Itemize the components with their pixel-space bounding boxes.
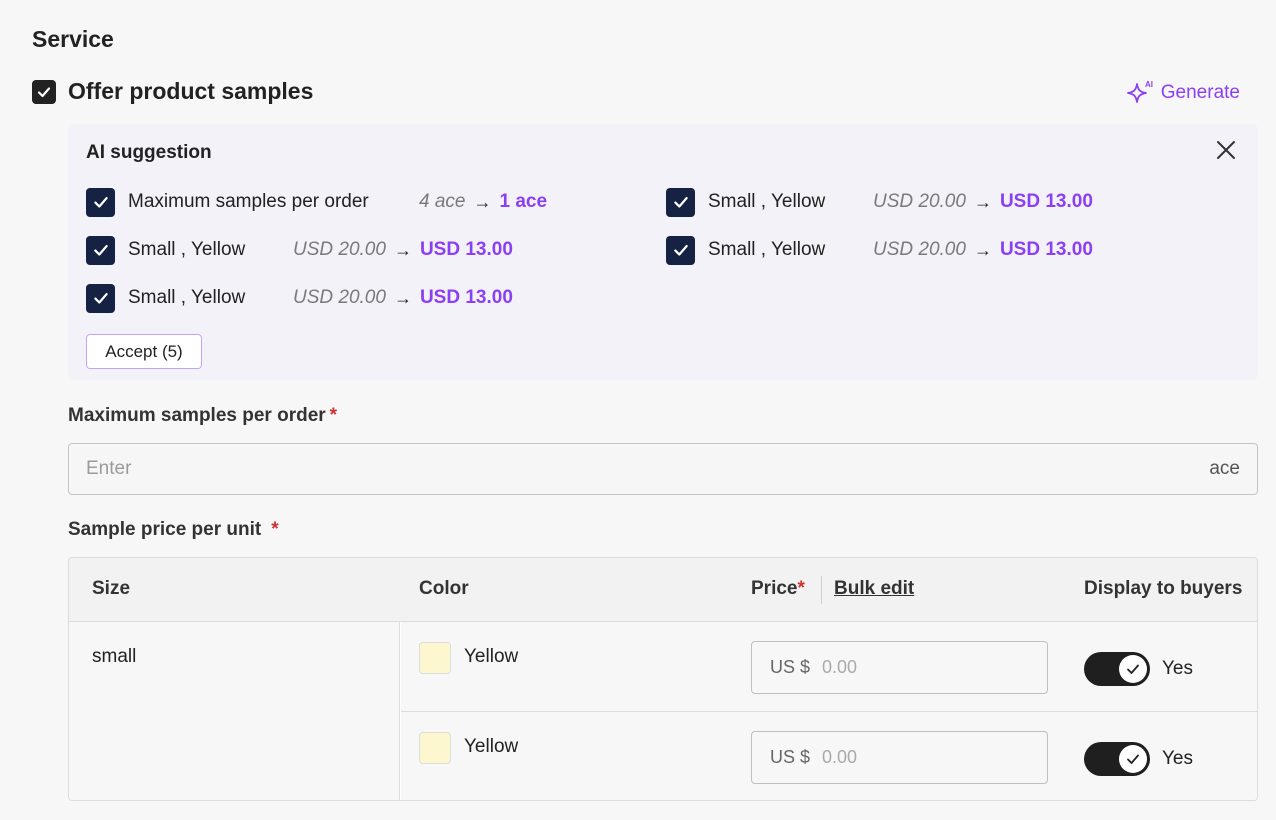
check-icon bbox=[1127, 754, 1139, 764]
price-input[interactable] bbox=[822, 747, 1023, 768]
header-divider bbox=[821, 576, 822, 604]
color-value: Yellow bbox=[464, 736, 519, 757]
sample-price-label-text: Sample price per unit bbox=[68, 519, 262, 540]
color-swatch bbox=[419, 732, 451, 764]
column-header-color: Color bbox=[419, 578, 469, 599]
suggestion-old-value: USD 20.00 bbox=[873, 239, 966, 260]
accept-button[interactable]: Accept (5) bbox=[86, 334, 202, 369]
check-icon bbox=[93, 196, 108, 208]
check-icon bbox=[93, 292, 108, 304]
arrow-right-icon: → bbox=[393, 239, 412, 260]
ai-suggestion-panel: AI suggestion Maximum samples per order … bbox=[68, 124, 1258, 380]
column-header-price: Price* bbox=[751, 578, 805, 600]
max-samples-label: Maximum samples per order * bbox=[68, 405, 337, 427]
suggestion-checkbox[interactable] bbox=[86, 187, 115, 217]
close-icon[interactable] bbox=[1214, 138, 1238, 162]
check-icon bbox=[93, 244, 108, 256]
price-input[interactable] bbox=[822, 657, 1023, 678]
price-header-text: Price bbox=[751, 578, 798, 599]
currency-prefix: US $ bbox=[770, 747, 811, 767]
column-header-display: Display to buyers bbox=[1084, 578, 1243, 599]
size-value: small bbox=[92, 646, 137, 667]
check-icon bbox=[37, 86, 51, 97]
price-field[interactable]: US $ bbox=[751, 641, 1048, 694]
display-toggle[interactable] bbox=[1084, 652, 1150, 686]
generate-button[interactable]: AI Generate bbox=[1125, 78, 1240, 108]
suggestion-new-value: USD 13.00 bbox=[419, 239, 513, 260]
color-swatch bbox=[419, 642, 451, 674]
sparkle-ai-icon: AI bbox=[1126, 80, 1153, 103]
check-icon bbox=[673, 244, 688, 256]
generate-label: Generate bbox=[1160, 82, 1240, 103]
section-title: Service bbox=[32, 26, 114, 52]
check-icon bbox=[1127, 664, 1139, 674]
suggestion-checkbox[interactable] bbox=[86, 235, 115, 265]
check-icon bbox=[673, 196, 688, 208]
arrow-right-icon: → bbox=[473, 191, 492, 212]
required-mark: * bbox=[329, 405, 338, 426]
display-toggle[interactable] bbox=[1084, 742, 1150, 776]
suggestion-item[interactable]: Small , Yellow USD 20.00 → USD 13.00 bbox=[86, 283, 513, 313]
suggestion-checkbox[interactable] bbox=[666, 235, 695, 265]
svg-text:AI: AI bbox=[1145, 80, 1153, 89]
suggestion-old-value: USD 20.00 bbox=[293, 287, 386, 308]
suggestion-item[interactable]: Maximum samples per order 4 ace → 1 ace bbox=[86, 187, 547, 217]
suggestion-label: Small , Yellow bbox=[708, 191, 826, 212]
size-cell: small bbox=[69, 622, 400, 800]
display-toggle-label: Yes bbox=[1162, 748, 1193, 769]
sample-price-label: Sample price per unit * bbox=[68, 519, 279, 541]
sample-price-table: Size Color Price* Bulk edit Display to b… bbox=[68, 557, 1258, 801]
suggestion-item[interactable]: Small , Yellow USD 20.00 → USD 13.00 bbox=[86, 235, 513, 265]
price-field[interactable]: US $ bbox=[751, 731, 1048, 784]
suggestion-label: Small , Yellow bbox=[708, 239, 826, 260]
suggestion-old-value: USD 20.00 bbox=[293, 239, 386, 260]
toggle-knob bbox=[1119, 745, 1147, 773]
suggestion-old-value: 4 ace bbox=[419, 191, 466, 212]
suggestion-checkbox[interactable] bbox=[86, 283, 115, 313]
max-samples-field[interactable]: ace bbox=[68, 443, 1258, 495]
suggestion-new-value: 1 ace bbox=[499, 191, 548, 212]
suggestion-label: Small , Yellow bbox=[128, 239, 246, 260]
bulk-edit-link[interactable]: Bulk edit bbox=[834, 578, 914, 600]
suggestion-label: Maximum samples per order bbox=[128, 191, 369, 212]
offer-samples-row[interactable]: Offer product samples bbox=[32, 78, 313, 105]
suggestion-old-value: USD 20.00 bbox=[873, 191, 966, 212]
display-toggle-label: Yes bbox=[1162, 658, 1193, 679]
suggestion-label: Small , Yellow bbox=[128, 287, 246, 308]
required-mark: * bbox=[797, 578, 805, 599]
color-value: Yellow bbox=[464, 646, 519, 667]
ai-suggestion-title: AI suggestion bbox=[86, 142, 212, 163]
offer-samples-label: Offer product samples bbox=[68, 78, 314, 104]
max-samples-label-text: Maximum samples per order bbox=[68, 405, 326, 426]
arrow-right-icon: → bbox=[973, 191, 992, 212]
suggestion-new-value: USD 13.00 bbox=[419, 287, 513, 308]
suggestion-new-value: USD 13.00 bbox=[999, 239, 1093, 260]
suggestion-new-value: USD 13.00 bbox=[999, 191, 1093, 212]
arrow-right-icon: → bbox=[393, 287, 412, 308]
arrow-right-icon: → bbox=[973, 239, 992, 260]
offer-samples-checkbox[interactable] bbox=[32, 79, 56, 104]
max-samples-input[interactable] bbox=[86, 458, 986, 480]
suggestion-item[interactable]: Small , Yellow USD 20.00 → USD 13.00 bbox=[666, 187, 1093, 217]
column-header-size: Size bbox=[92, 578, 131, 599]
table-row: Yellow US $ Yes bbox=[401, 622, 1257, 712]
currency-prefix: US $ bbox=[770, 657, 811, 677]
unit-label: ace bbox=[1209, 458, 1240, 479]
required-mark: * bbox=[271, 519, 279, 540]
toggle-knob bbox=[1119, 655, 1147, 683]
suggestion-item[interactable]: Small , Yellow USD 20.00 → USD 13.00 bbox=[666, 235, 1093, 265]
table-header: Size Color Price* Bulk edit Display to b… bbox=[69, 558, 1257, 622]
suggestion-checkbox[interactable] bbox=[666, 187, 695, 217]
table-row: Yellow US $ Yes bbox=[401, 712, 1257, 800]
